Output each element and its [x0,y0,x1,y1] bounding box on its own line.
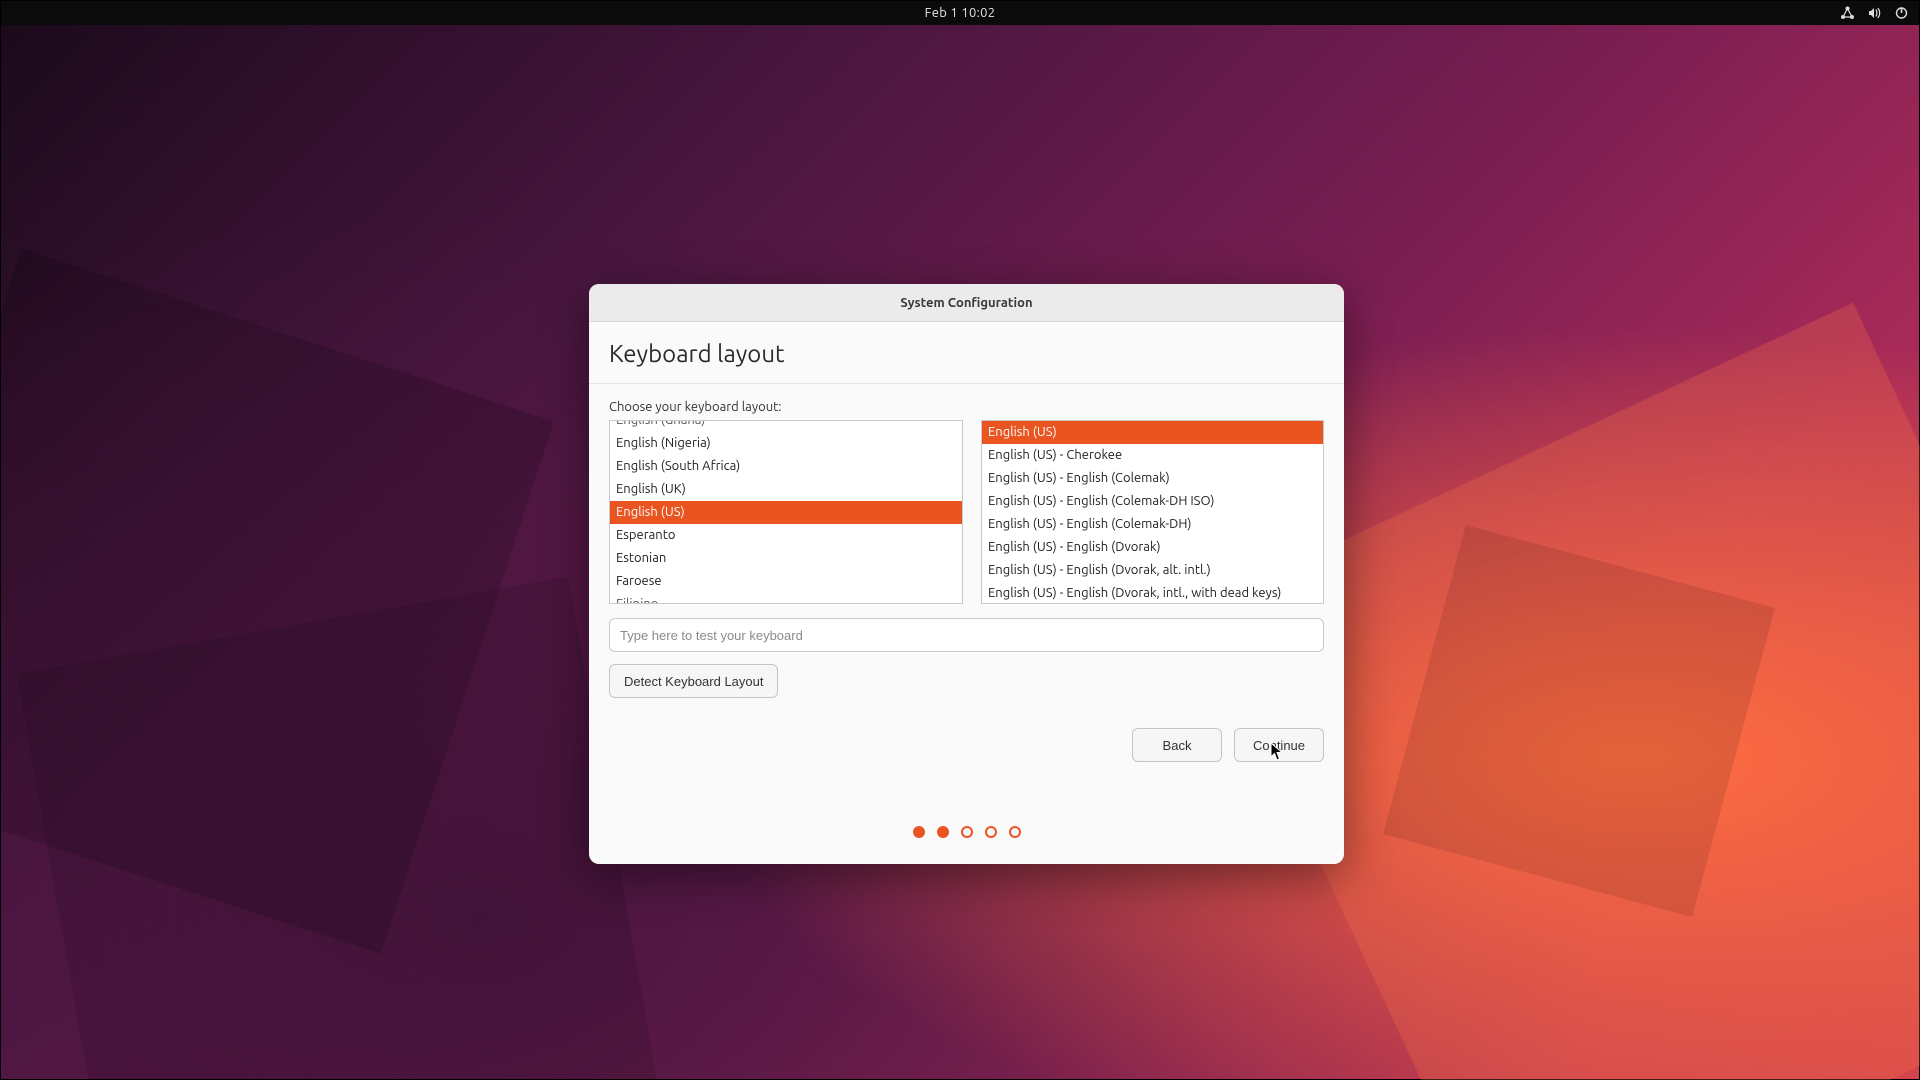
layout-family-item[interactable]: Esperanto [610,524,962,547]
layout-variant-item[interactable]: English (US) - English (Dvorak) [982,536,1323,559]
system-tray [1840,6,1909,20]
layout-variant-item[interactable]: English (US) - English (Colemak) [982,467,1323,490]
layout-family-item[interactable]: English (Ghana) [610,420,962,432]
layout-variant-item[interactable]: English (US) - English (Dvorak, intl., w… [982,582,1323,604]
pager-dot [985,826,997,838]
separator [589,383,1344,384]
layout-family-listbox[interactable]: English (Ghana)English (Nigeria)English … [609,420,963,604]
pager-dot [937,826,949,838]
network-icon[interactable] [1840,6,1855,20]
layout-family-item[interactable]: English (US) [610,501,962,524]
layout-variant-item[interactable]: English (US) - English (Dvorak, alt. int… [982,559,1323,582]
layout-variant-item[interactable]: English (US) - Cherokee [982,444,1323,467]
continue-button[interactable]: Continue [1234,728,1324,762]
nav-buttons: Back Continue [609,728,1324,762]
clock-label[interactable]: Feb 1 10:02 [925,6,996,20]
top-menu-bar: Feb 1 10:02 [1,1,1919,25]
choose-layout-label: Choose your keyboard layout: [609,400,1324,414]
power-icon[interactable] [1894,6,1909,20]
layout-variant-listbox[interactable]: English (US)English (US) - CherokeeEngli… [981,420,1324,604]
pager-dot [1009,826,1021,838]
layout-family-item[interactable]: Estonian [610,547,962,570]
page-heading: Keyboard layout [609,340,1324,367]
dialog-titlebar[interactable]: System Configuration [589,284,1344,322]
system-configuration-dialog: System Configuration Keyboard layout Cho… [589,284,1344,864]
layout-family-item[interactable]: Filipino [610,593,962,604]
layout-family-item[interactable]: English (South Africa) [610,455,962,478]
layout-variant-item[interactable]: English (US) - English (Colemak-DH ISO) [982,490,1323,513]
keyboard-test-input[interactable] [609,618,1324,652]
layout-family-item[interactable]: English (UK) [610,478,962,501]
dialog-body: Keyboard layout Choose your keyboard lay… [589,322,1344,762]
pager-dot [961,826,973,838]
layout-family-item[interactable]: Faroese [610,570,962,593]
step-pager [589,826,1344,838]
detect-keyboard-layout-button[interactable]: Detect Keyboard Layout [609,664,778,698]
volume-icon[interactable] [1867,6,1882,20]
layout-family-item[interactable]: English (Nigeria) [610,432,962,455]
back-button[interactable]: Back [1132,728,1222,762]
pager-dot [913,826,925,838]
layout-variant-item[interactable]: English (US) - English (Colemak-DH) [982,513,1323,536]
layout-lists: English (Ghana)English (Nigeria)English … [609,420,1324,604]
layout-variant-item[interactable]: English (US) [982,421,1323,444]
dialog-title: System Configuration [900,296,1032,310]
